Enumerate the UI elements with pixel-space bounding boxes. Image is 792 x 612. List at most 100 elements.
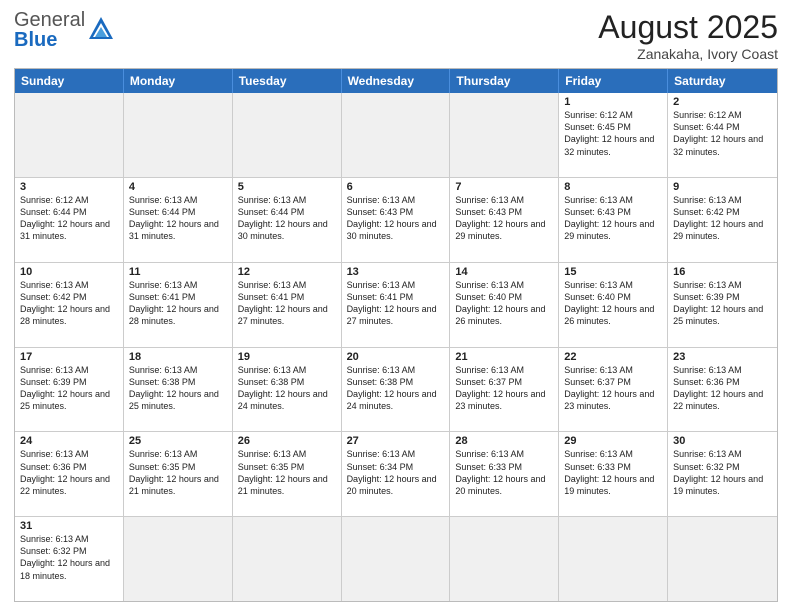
cal-header-sunday: Sunday <box>15 69 124 93</box>
cal-cell: 20Sunrise: 6:13 AM Sunset: 6:38 PM Dayli… <box>342 348 451 432</box>
cal-cell: 30Sunrise: 6:13 AM Sunset: 6:32 PM Dayli… <box>668 432 777 516</box>
day-number: 26 <box>238 435 336 447</box>
cal-cell: 22Sunrise: 6:13 AM Sunset: 6:37 PM Dayli… <box>559 348 668 432</box>
cal-header-tuesday: Tuesday <box>233 69 342 93</box>
cal-cell: 2Sunrise: 6:12 AM Sunset: 6:44 PM Daylig… <box>668 93 777 177</box>
day-number: 16 <box>673 266 772 278</box>
day-info: Sunrise: 6:13 AM Sunset: 6:44 PM Dayligh… <box>238 194 336 243</box>
cal-cell <box>450 93 559 177</box>
day-number: 15 <box>564 266 662 278</box>
cal-week-2: 10Sunrise: 6:13 AM Sunset: 6:42 PM Dayli… <box>15 262 777 347</box>
cal-cell: 17Sunrise: 6:13 AM Sunset: 6:39 PM Dayli… <box>15 348 124 432</box>
day-info: Sunrise: 6:13 AM Sunset: 6:43 PM Dayligh… <box>564 194 662 243</box>
day-number: 24 <box>20 435 118 447</box>
day-info: Sunrise: 6:13 AM Sunset: 6:38 PM Dayligh… <box>238 364 336 413</box>
cal-header-thursday: Thursday <box>450 69 559 93</box>
cal-cell: 26Sunrise: 6:13 AM Sunset: 6:35 PM Dayli… <box>233 432 342 516</box>
day-number: 3 <box>20 181 118 193</box>
subtitle: Zanakaha, Ivory Coast <box>598 46 778 62</box>
day-number: 2 <box>673 96 772 108</box>
logo-blue: Blue <box>14 30 85 50</box>
day-info: Sunrise: 6:13 AM Sunset: 6:37 PM Dayligh… <box>455 364 553 413</box>
cal-cell: 21Sunrise: 6:13 AM Sunset: 6:37 PM Dayli… <box>450 348 559 432</box>
month-title: August 2025 <box>598 10 778 45</box>
day-number: 18 <box>129 351 227 363</box>
day-number: 11 <box>129 266 227 278</box>
day-info: Sunrise: 6:13 AM Sunset: 6:36 PM Dayligh… <box>20 448 118 497</box>
cal-week-4: 24Sunrise: 6:13 AM Sunset: 6:36 PM Dayli… <box>15 431 777 516</box>
cal-cell <box>342 93 451 177</box>
day-info: Sunrise: 6:13 AM Sunset: 6:36 PM Dayligh… <box>673 364 772 413</box>
day-number: 13 <box>347 266 445 278</box>
day-info: Sunrise: 6:13 AM Sunset: 6:38 PM Dayligh… <box>129 364 227 413</box>
cal-cell: 1Sunrise: 6:12 AM Sunset: 6:45 PM Daylig… <box>559 93 668 177</box>
day-info: Sunrise: 6:13 AM Sunset: 6:39 PM Dayligh… <box>673 279 772 328</box>
page: General Blue August 2025 Zanakaha, Ivory… <box>0 0 792 612</box>
cal-cell: 7Sunrise: 6:13 AM Sunset: 6:43 PM Daylig… <box>450 178 559 262</box>
day-number: 22 <box>564 351 662 363</box>
cal-cell: 31Sunrise: 6:13 AM Sunset: 6:32 PM Dayli… <box>15 517 124 601</box>
cal-cell: 12Sunrise: 6:13 AM Sunset: 6:41 PM Dayli… <box>233 263 342 347</box>
cal-cell: 5Sunrise: 6:13 AM Sunset: 6:44 PM Daylig… <box>233 178 342 262</box>
cal-cell: 18Sunrise: 6:13 AM Sunset: 6:38 PM Dayli… <box>124 348 233 432</box>
day-info: Sunrise: 6:13 AM Sunset: 6:43 PM Dayligh… <box>347 194 445 243</box>
cal-week-1: 3Sunrise: 6:12 AM Sunset: 6:44 PM Daylig… <box>15 177 777 262</box>
day-info: Sunrise: 6:13 AM Sunset: 6:41 PM Dayligh… <box>129 279 227 328</box>
cal-cell: 8Sunrise: 6:13 AM Sunset: 6:43 PM Daylig… <box>559 178 668 262</box>
header: General Blue August 2025 Zanakaha, Ivory… <box>14 10 778 62</box>
calendar: SundayMondayTuesdayWednesdayThursdayFrid… <box>14 68 778 602</box>
day-number: 27 <box>347 435 445 447</box>
cal-cell <box>124 517 233 601</box>
day-number: 31 <box>20 520 118 532</box>
day-info: Sunrise: 6:13 AM Sunset: 6:37 PM Dayligh… <box>564 364 662 413</box>
day-info: Sunrise: 6:13 AM Sunset: 6:39 PM Dayligh… <box>20 364 118 413</box>
day-number: 17 <box>20 351 118 363</box>
day-info: Sunrise: 6:13 AM Sunset: 6:41 PM Dayligh… <box>347 279 445 328</box>
cal-cell <box>559 517 668 601</box>
cal-cell: 6Sunrise: 6:13 AM Sunset: 6:43 PM Daylig… <box>342 178 451 262</box>
cal-cell <box>233 93 342 177</box>
cal-week-5: 31Sunrise: 6:13 AM Sunset: 6:32 PM Dayli… <box>15 516 777 601</box>
cal-cell: 14Sunrise: 6:13 AM Sunset: 6:40 PM Dayli… <box>450 263 559 347</box>
day-number: 4 <box>129 181 227 193</box>
cal-cell <box>124 93 233 177</box>
cal-header-saturday: Saturday <box>668 69 777 93</box>
day-number: 7 <box>455 181 553 193</box>
day-number: 28 <box>455 435 553 447</box>
day-info: Sunrise: 6:13 AM Sunset: 6:40 PM Dayligh… <box>564 279 662 328</box>
day-number: 21 <box>455 351 553 363</box>
day-info: Sunrise: 6:13 AM Sunset: 6:33 PM Dayligh… <box>564 448 662 497</box>
day-info: Sunrise: 6:13 AM Sunset: 6:34 PM Dayligh… <box>347 448 445 497</box>
cal-cell: 10Sunrise: 6:13 AM Sunset: 6:42 PM Dayli… <box>15 263 124 347</box>
day-info: Sunrise: 6:13 AM Sunset: 6:41 PM Dayligh… <box>238 279 336 328</box>
day-number: 5 <box>238 181 336 193</box>
cal-cell: 23Sunrise: 6:13 AM Sunset: 6:36 PM Dayli… <box>668 348 777 432</box>
cal-cell: 9Sunrise: 6:13 AM Sunset: 6:42 PM Daylig… <box>668 178 777 262</box>
day-number: 20 <box>347 351 445 363</box>
cal-cell: 25Sunrise: 6:13 AM Sunset: 6:35 PM Dayli… <box>124 432 233 516</box>
cal-cell: 29Sunrise: 6:13 AM Sunset: 6:33 PM Dayli… <box>559 432 668 516</box>
day-number: 1 <box>564 96 662 108</box>
cal-cell: 16Sunrise: 6:13 AM Sunset: 6:39 PM Dayli… <box>668 263 777 347</box>
day-number: 12 <box>238 266 336 278</box>
cal-cell: 19Sunrise: 6:13 AM Sunset: 6:38 PM Dayli… <box>233 348 342 432</box>
cal-cell <box>15 93 124 177</box>
title-block: August 2025 Zanakaha, Ivory Coast <box>598 10 778 62</box>
cal-cell <box>233 517 342 601</box>
day-info: Sunrise: 6:13 AM Sunset: 6:43 PM Dayligh… <box>455 194 553 243</box>
cal-week-3: 17Sunrise: 6:13 AM Sunset: 6:39 PM Dayli… <box>15 347 777 432</box>
day-number: 25 <box>129 435 227 447</box>
day-info: Sunrise: 6:13 AM Sunset: 6:35 PM Dayligh… <box>129 448 227 497</box>
calendar-header-row: SundayMondayTuesdayWednesdayThursdayFrid… <box>15 69 777 93</box>
cal-cell: 13Sunrise: 6:13 AM Sunset: 6:41 PM Dayli… <box>342 263 451 347</box>
cal-week-0: 1Sunrise: 6:12 AM Sunset: 6:45 PM Daylig… <box>15 93 777 177</box>
day-number: 23 <box>673 351 772 363</box>
day-number: 8 <box>564 181 662 193</box>
cal-cell: 3Sunrise: 6:12 AM Sunset: 6:44 PM Daylig… <box>15 178 124 262</box>
day-info: Sunrise: 6:12 AM Sunset: 6:45 PM Dayligh… <box>564 109 662 158</box>
day-info: Sunrise: 6:13 AM Sunset: 6:33 PM Dayligh… <box>455 448 553 497</box>
cal-cell <box>668 517 777 601</box>
day-info: Sunrise: 6:13 AM Sunset: 6:42 PM Dayligh… <box>673 194 772 243</box>
cal-header-monday: Monday <box>124 69 233 93</box>
day-info: Sunrise: 6:12 AM Sunset: 6:44 PM Dayligh… <box>673 109 772 158</box>
